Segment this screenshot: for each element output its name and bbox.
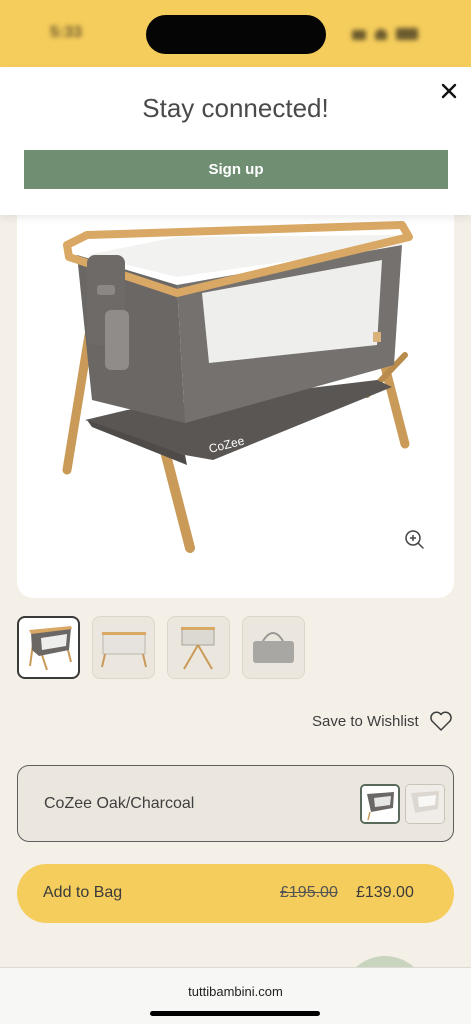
status-bar: 5:33	[0, 0, 471, 67]
status-time: 5:33	[50, 24, 83, 41]
charcoal-swatch-icon	[362, 786, 398, 822]
crib-end-view-thumb	[181, 627, 215, 670]
thumbnail-4[interactable]	[242, 616, 305, 679]
variant-label: CoZee Oak/Charcoal	[44, 795, 195, 812]
thumbnail-3[interactable]	[167, 616, 230, 679]
bedside-crib-image: CoZee	[62, 221, 413, 553]
wishlist-label: Save to Wishlist	[312, 712, 419, 730]
light-swatch-icon	[406, 785, 444, 823]
status-icons	[352, 26, 432, 40]
close-popup-button[interactable]	[437, 79, 461, 103]
variant-swatch-light[interactable]	[405, 784, 445, 824]
travel-bag-thumb	[253, 632, 294, 663]
thumbnail-strip	[17, 616, 317, 679]
browser-url-bar[interactable]: tuttibambini.com	[0, 967, 471, 1024]
original-price: £195.00	[280, 884, 338, 901]
url-text: tuttibambini.com	[188, 984, 283, 999]
signal-icon	[352, 30, 366, 40]
add-to-bag-label: Add to Bag	[43, 884, 123, 901]
signup-button[interactable]: Sign up	[24, 150, 448, 189]
zoom-in-icon[interactable]	[403, 528, 425, 550]
crib-front-view-thumb	[101, 632, 147, 668]
thumbnail-2[interactable]	[92, 616, 155, 679]
home-indicator	[150, 1011, 320, 1016]
newsletter-popup: Stay connected! Sign up	[0, 67, 471, 215]
product-image-card[interactable]: CoZee	[17, 215, 454, 598]
crib-side-view-thumb	[29, 626, 72, 671]
heart-icon	[429, 711, 452, 731]
add-to-bag-button[interactable]: Add to Bag £195.00 £139.00	[17, 864, 454, 923]
thumbnail-1[interactable]	[17, 616, 80, 679]
wifi-icon	[375, 29, 387, 40]
save-to-wishlist-button[interactable]: Save to Wishlist	[312, 706, 453, 736]
popup-title: Stay connected!	[142, 93, 329, 123]
close-icon	[441, 83, 457, 99]
battery-icon	[396, 28, 418, 40]
variant-swatch-charcoal[interactable]	[360, 784, 400, 824]
dynamic-island	[146, 15, 326, 54]
variant-selector[interactable]: CoZee Oak/Charcoal	[17, 765, 454, 842]
sale-price: £139.00	[356, 884, 414, 901]
